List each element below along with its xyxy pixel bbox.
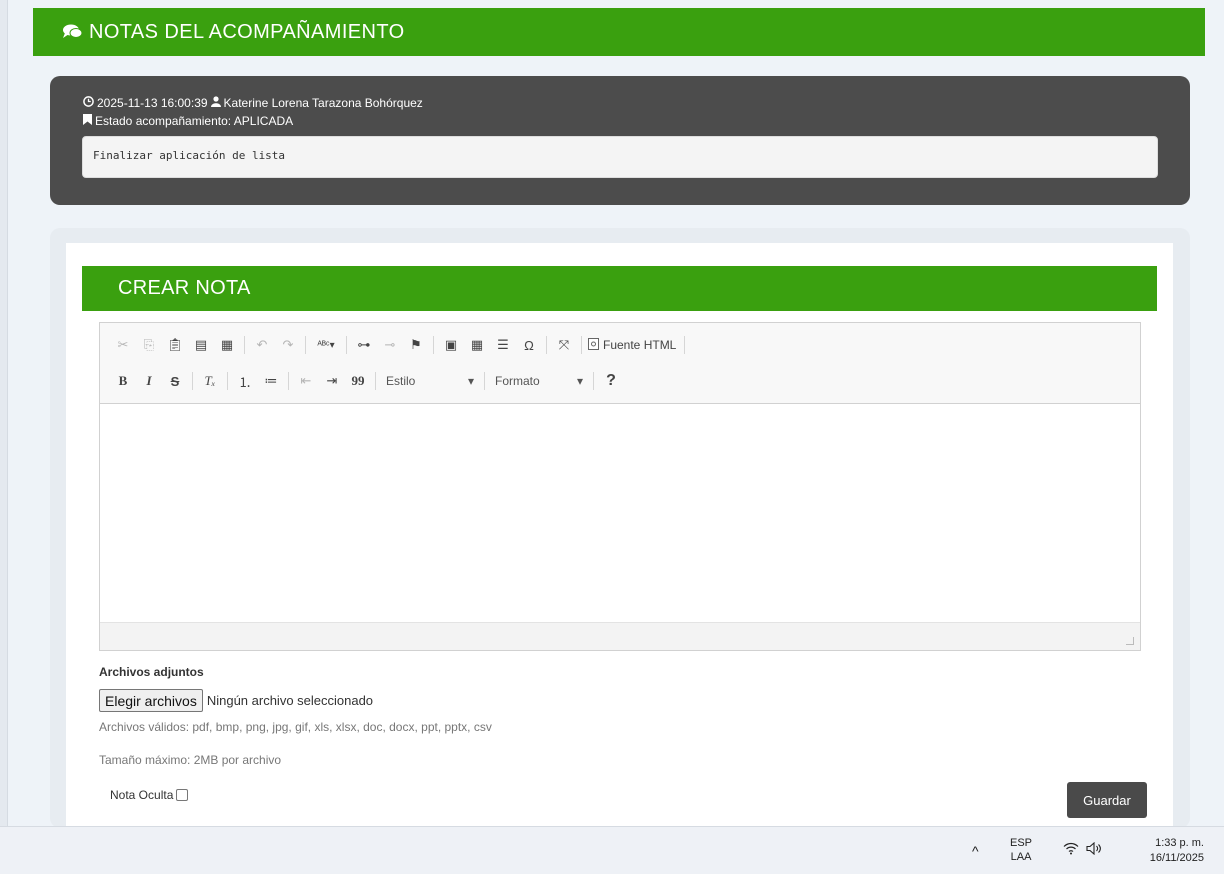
source-html-label: Fuente HTML: [603, 338, 677, 352]
hidden-note-checkbox[interactable]: [176, 789, 189, 801]
toolbar-separator: [227, 372, 228, 390]
clock-date: 16/11/2025: [1149, 852, 1204, 864]
clock-icon: [83, 94, 97, 112]
wifi-icon[interactable]: [1063, 842, 1079, 860]
system-clock[interactable]: 1:33 p. m. 16/11/2025: [1126, 836, 1204, 866]
show-hidden-icons-chevron[interactable]: ^: [972, 843, 979, 859]
link-icon[interactable]: ⊶: [353, 334, 375, 356]
toolbar-separator: [484, 372, 485, 390]
notes-header: NOTAS DEL ACOMPAÑAMIENTO: [33, 8, 1205, 56]
maximize-icon[interactable]: ⤧: [553, 334, 575, 356]
blockquote-button[interactable]: 99: [347, 370, 369, 392]
numbered-list-icon[interactable]: ⒈: [234, 370, 256, 392]
outdent-icon[interactable]: ⇤: [295, 370, 317, 392]
valid-files-help: Archivos válidos: pdf, bmp, png, jpg, gi…: [99, 720, 492, 734]
strikethrough-button[interactable]: S: [164, 370, 186, 392]
create-note-title: CREAR NOTA: [118, 277, 251, 299]
paste-text-icon[interactable]: ▤: [190, 334, 212, 356]
paste-word-icon[interactable]: ▦: [216, 334, 238, 356]
editor-content-area[interactable]: [100, 404, 1140, 622]
image-icon[interactable]: ▣: [440, 334, 462, 356]
choose-files-button[interactable]: Elegir archivos: [99, 689, 203, 712]
max-size-help: Tamaño máximo: 2MB por archivo: [99, 753, 282, 767]
indent-icon[interactable]: ⇥: [321, 370, 343, 392]
create-note-header: CREAR NOTA: [82, 266, 1157, 311]
table-icon[interactable]: ▦: [466, 334, 488, 356]
note-timestamp: 2025-11-13 16:00:39: [97, 96, 208, 110]
italic-button[interactable]: I: [138, 370, 160, 392]
user-icon: [210, 94, 224, 112]
chevron-down-icon: ▾: [467, 374, 474, 388]
editor-status-bar: [100, 622, 1140, 650]
notes-header-title: NOTAS DEL ACOMPAÑAMIENTO: [89, 20, 405, 43]
toolbar-separator: [684, 336, 686, 354]
note-status: Estado acompañamiento: APLICADA: [95, 114, 294, 128]
horizontal-rule-icon[interactable]: ☰: [492, 334, 514, 356]
toolbar-separator: [192, 372, 193, 390]
cut-icon[interactable]: ✂: [112, 334, 134, 356]
note-body: Finalizar aplicación de lista: [82, 136, 1158, 178]
bulleted-list-icon[interactable]: ≔: [260, 370, 282, 392]
file-status-text: Ningún archivo seleccionado: [206, 693, 374, 708]
format-dropdown-label: Formato: [495, 374, 540, 388]
toolbar-separator: [244, 336, 245, 354]
toolbar-separator: [546, 336, 547, 354]
undo-icon[interactable]: ↶: [251, 334, 273, 356]
bold-button[interactable]: B: [112, 370, 134, 392]
note-meta: 2025-11-13 16:00:39 Katerine Lorena Tara…: [83, 94, 423, 130]
input-language-top: ESP: [1010, 837, 1033, 849]
volume-icon[interactable]: [1086, 841, 1102, 860]
toolbar-row-1: ✂ ⎘ 📋︎ ▤ ▦ ↶ ↷ ᴬᴮᶜ▾ ⊶ ⊸ ⚑ ▣ ▦ ☰ Ω ⤧ Fuen…: [112, 333, 691, 357]
rich-text-editor: ✂ ⎘ 📋︎ ▤ ▦ ↶ ↷ ᴬᴮᶜ▾ ⊶ ⊸ ⚑ ▣ ▦ ☰ Ω ⤧ Fuen…: [99, 322, 1141, 651]
hidden-note-label: Nota Oculta: [110, 788, 174, 802]
comments-icon: [63, 23, 83, 46]
file-input: Elegir archivos Ningún archivo seleccion…: [99, 689, 373, 712]
left-rail: [0, 0, 8, 826]
toolbar-row-2: B I S Tₓ ⒈ ≔ ⇤ ⇥ 99 Estilo ▾ Formato ▾ ?: [112, 369, 626, 393]
redo-icon[interactable]: ↷: [277, 334, 299, 356]
remove-format-icon[interactable]: Tₓ: [199, 370, 221, 392]
source-html-button[interactable]: Fuente HTML: [588, 337, 677, 353]
attachments-label: Archivos adjuntos: [99, 665, 204, 679]
toolbar-separator: [375, 372, 376, 390]
clock-time: 1:33 p. m.: [1155, 837, 1204, 849]
spellcheck-icon[interactable]: ᴬᴮᶜ▾: [312, 334, 340, 356]
chevron-down-icon: ▾: [576, 374, 583, 388]
toolbar-separator: [581, 336, 582, 354]
bookmark-icon: [83, 112, 95, 130]
toolbar-separator: [305, 336, 306, 354]
toolbar-separator: [346, 336, 347, 354]
note-card: 2025-11-13 16:00:39 Katerine Lorena Tara…: [50, 76, 1190, 205]
taskbar: ^ ESP LAA 1:33 p. m. 16/11/2025: [0, 826, 1224, 874]
paste-icon[interactable]: 📋︎: [164, 334, 186, 356]
anchor-flag-icon[interactable]: ⚑: [405, 334, 427, 356]
special-char-icon[interactable]: Ω: [518, 334, 540, 356]
help-button[interactable]: ?: [600, 370, 622, 392]
resize-grip-icon[interactable]: [1126, 637, 1134, 645]
save-button[interactable]: Guardar: [1067, 782, 1147, 818]
format-dropdown[interactable]: Formato ▾: [491, 374, 591, 388]
toolbar-separator: [288, 372, 289, 390]
note-author: Katerine Lorena Tarazona Bohórquez: [223, 96, 423, 110]
source-icon: [588, 337, 599, 353]
unlink-icon[interactable]: ⊸: [379, 334, 401, 356]
input-language[interactable]: ESP LAA: [1010, 836, 1032, 864]
style-dropdown[interactable]: Estilo ▾: [382, 374, 482, 388]
editor-toolbar: ✂ ⎘ 📋︎ ▤ ▦ ↶ ↷ ᴬᴮᶜ▾ ⊶ ⊸ ⚑ ▣ ▦ ☰ Ω ⤧ Fuen…: [100, 323, 1140, 404]
hidden-note-toggle: Nota Oculta: [110, 788, 189, 802]
toolbar-separator: [433, 336, 434, 354]
style-dropdown-label: Estilo: [386, 374, 416, 388]
copy-icon[interactable]: ⎘: [138, 334, 160, 356]
input-language-bottom: LAA: [1010, 851, 1032, 863]
toolbar-separator: [593, 372, 594, 390]
